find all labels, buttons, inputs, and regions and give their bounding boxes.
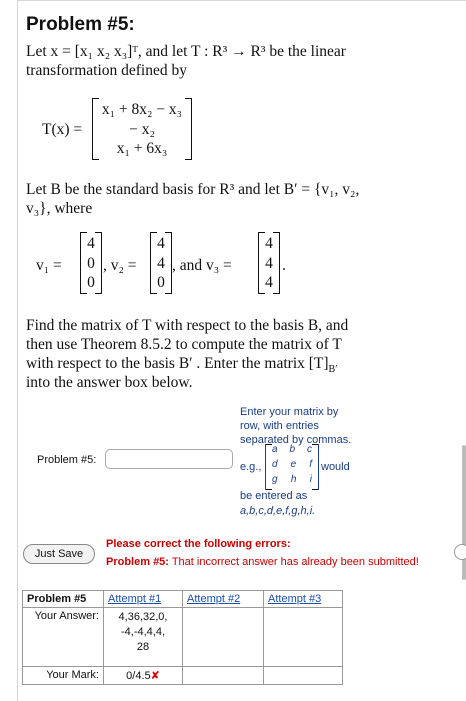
attempts-table: Problem #5 Attempt #1 Attempt #2 Attempt… <box>22 590 343 685</box>
answer-label: Problem #5: <box>37 454 97 466</box>
just-save-button[interactable]: Just Save <box>23 544 95 564</box>
v3-entry-3: 4 <box>265 274 273 291</box>
intro-line-2: transformation defined by <box>26 62 187 79</box>
mark-value: 0/4.5 <box>126 670 151 682</box>
your-answer-row: Your Answer: 4,36,32,0, -4,-4,4,4, 28 <box>22 607 343 667</box>
tx-matrix: x₁ + 8x₂ − x₃ − x₂ x₁ + 6x₃ <box>92 98 192 160</box>
eg-label: e.g., <box>240 461 262 473</box>
v1-label: v₁ = <box>36 257 62 274</box>
v3-label: , and v₃ = <box>172 257 232 274</box>
answer-hint: Enter your matrix by row, with entries s… <box>240 405 351 447</box>
attempt-1-answer: 4,36,32,0, -4,-4,4,4, 28 <box>103 607 183 667</box>
tx-label: T(x) = <box>42 121 83 138</box>
eg-be-entered: be entered as <box>240 490 308 502</box>
tx-row-1: x₁ + 8x₂ − x₃ <box>101 101 183 118</box>
attempt-3-answer <box>263 607 343 667</box>
eg-entry: a,b,c,d,e,f,g,h,i. <box>240 505 316 517</box>
v3-vector: 4 4 4 <box>258 232 280 294</box>
v2-entry-2: 4 <box>157 255 165 272</box>
attempts-header-row: Problem #5 Attempt #1 Attempt #2 Attempt… <box>22 590 343 608</box>
find-line-1: Find the matrix of T with respect to the… <box>26 317 349 334</box>
v3-period: . <box>282 257 286 274</box>
tx-row-3: x₁ + 6x₃ <box>116 140 168 157</box>
answer-line-2: -4,-4,4,4, <box>120 626 166 638</box>
answer-input[interactable] <box>105 449 233 469</box>
hint-line-2: row, with entries <box>240 420 319 432</box>
attempt-1-link[interactable]: Attempt #1 <box>108 593 161 605</box>
bprime-subscript: B′ <box>328 364 338 376</box>
eg-e: e <box>290 459 297 470</box>
v2-vector: 4 4 0 <box>150 232 172 294</box>
find-line-3-text: with respect to the basis B′ . Enter the… <box>26 355 329 372</box>
error-message: Problem #5: That incorrect answer has al… <box>106 556 419 568</box>
find-line-4: into the answer box below. <box>26 374 193 391</box>
eg-row-1: abc <box>272 444 312 455</box>
your-mark-row: Your Mark: 0/4.5✘ <box>22 666 343 685</box>
edge-circle-icon[interactable] <box>454 544 466 560</box>
eg-c: c <box>307 444 312 455</box>
v2-entry-3: 0 <box>157 274 165 291</box>
tx-row-2: − x₂ <box>129 121 155 138</box>
eg-a: a <box>272 444 278 455</box>
attempt-3-header: Attempt #3 <box>263 590 343 608</box>
hint-line-1: Enter your matrix by <box>240 406 339 418</box>
eg-b: b <box>289 444 296 455</box>
eg-i: i <box>309 474 312 485</box>
attempts-header: Problem #5 <box>22 590 104 608</box>
v1-entry-3: 0 <box>87 274 95 291</box>
attempt-3-link[interactable]: Attempt #3 <box>268 593 321 605</box>
v1-entry-2: 0 <box>87 255 95 272</box>
basis-line-2: v₃}, where <box>26 200 93 217</box>
answer-line-3: 28 <box>136 641 150 653</box>
eg-d: d <box>272 459 278 470</box>
find-line-2: then use Theorem 8.5.2 to compute the ma… <box>26 336 342 353</box>
v1-vector: 4 0 0 <box>80 232 102 294</box>
your-answer-label: Your Answer: <box>22 607 104 667</box>
eg-row-3: g h i <box>272 474 312 485</box>
error-problem-label: Problem #5: <box>106 556 169 568</box>
attempt-1-header: Attempt #1 <box>103 590 183 608</box>
attempt-2-mark <box>182 666 264 685</box>
eg-f: f <box>309 459 312 470</box>
problem-title: Problem #5: <box>26 14 135 35</box>
v1-entry-1: 4 <box>87 235 95 252</box>
your-mark-label: Your Mark: <box>22 666 104 685</box>
attempt-2-answer <box>182 607 264 667</box>
v2-label: , v₂ = <box>103 257 137 274</box>
attempt-2-header: Attempt #2 <box>182 590 264 608</box>
eg-matrix: abc d e f g h i <box>265 444 319 490</box>
error-text: That incorrect answer has already been s… <box>168 556 419 568</box>
eg-g: g <box>272 474 278 485</box>
intro-line-1: Let x = [x₁ x₂ x₃]ᵀ, and let T : R³ → R³… <box>26 43 346 60</box>
attempt-2-link[interactable]: Attempt #2 <box>187 593 240 605</box>
eg-would: would <box>321 461 350 473</box>
attempt-1-mark: 0/4.5✘ <box>103 666 183 685</box>
v2-entry-1: 4 <box>157 235 165 252</box>
eg-h: h <box>290 474 297 485</box>
answer-line-1: 4,36,32,0, <box>118 611 168 623</box>
wrong-mark-icon: ✘ <box>150 670 160 682</box>
eg-row-2: d e f <box>272 459 312 470</box>
attempt-3-mark <box>263 666 343 685</box>
v3-entry-1: 4 <box>265 235 273 252</box>
basis-line-1: Let B be the standard basis for R³ and l… <box>26 181 360 198</box>
error-heading: Please correct the following errors: <box>106 538 291 550</box>
v3-entry-2: 4 <box>265 255 273 272</box>
